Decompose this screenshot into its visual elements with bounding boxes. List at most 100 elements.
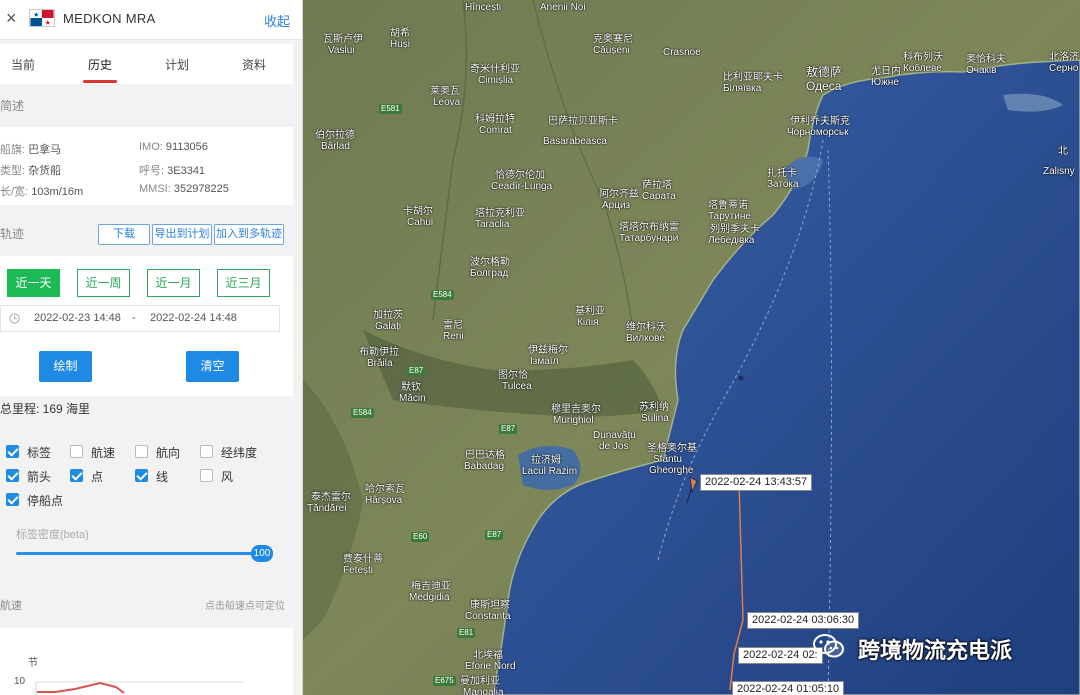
end-date[interactable]: 2022-02-24 14:48 — [150, 312, 237, 324]
download-button[interactable]: 下载 — [98, 224, 150, 245]
collapse-button[interactable]: 收起 — [264, 11, 290, 30]
start-date[interactable]: 2022-02-23 14:48 — [34, 312, 121, 324]
place-label: 北埃福 — [473, 650, 503, 661]
checkbox-line[interactable] — [135, 469, 148, 482]
place-label: Сеpнo — [1049, 63, 1079, 74]
date-range-picker[interactable]: 2022-02-23 14:48 - 2022-02-24 14:48 — [0, 305, 280, 332]
tab-current[interactable]: 当前 — [11, 56, 35, 73]
active-tab-indicator — [83, 80, 117, 83]
place-label: Арциз — [602, 200, 631, 211]
place-label: Fetești — [343, 565, 374, 576]
export-to-plan-button[interactable]: 导出到计划 — [152, 224, 212, 245]
checkbox-arrow-text: 箭头 — [27, 470, 52, 484]
tab-profile[interactable]: 资料 — [242, 56, 266, 73]
map-view[interactable]: Hîncești Anenii Noi 瓦斯卢伊 Vaslui 胡希 Huși … — [303, 0, 1080, 695]
place-label: de Jos — [599, 441, 629, 452]
place-label: Țăndărei — [307, 503, 347, 514]
road-shield: E675 — [433, 676, 456, 686]
place-label: Сарата — [642, 191, 676, 202]
track-point-label[interactable]: 2022-02-24 13:43:57 — [700, 474, 813, 491]
checkbox-point[interactable] — [70, 469, 83, 482]
ship-detail-panel: × MEDKON MRA 收起 当前 历史 计划 资料 简述 船旗: 巴拿马 类… — [0, 0, 303, 695]
type-info: 类型: 杂货船 — [0, 165, 62, 177]
place-label: 梅吉迪亚 — [411, 581, 451, 592]
label-density-handle[interactable]: 100 — [251, 545, 273, 562]
checkbox-speed-text: 航速 — [91, 446, 116, 460]
road-shield: E81 — [457, 628, 476, 638]
place-label: 波尔格勒 — [470, 257, 510, 268]
place-label: Reni — [443, 331, 464, 342]
place-label: 尤日内 — [871, 66, 901, 77]
range-three-months-button[interactable]: 近三月 — [217, 269, 270, 297]
tab-plan[interactable]: 计划 — [165, 56, 189, 73]
track-point-label[interactable]: 2022-02-24 01:05:10 — [732, 681, 845, 695]
place-label: Galați — [375, 321, 402, 332]
place-label: 布勒伊拉 — [359, 347, 399, 358]
clear-button[interactable]: 清空 — [186, 351, 239, 382]
place-label: 默钦 — [401, 382, 421, 393]
checkbox-coordinates-text: 经纬度 — [221, 446, 258, 460]
place-label: 北洛济 — [1049, 52, 1079, 63]
checkbox-course[interactable] — [135, 445, 148, 458]
wechat-icon — [813, 634, 844, 658]
date-separator: - — [132, 312, 136, 324]
road-shield: E87 — [485, 530, 504, 540]
place-label: 科布列沃 — [903, 52, 943, 63]
place-label: Hârșova — [365, 495, 403, 506]
label-density-slider[interactable] — [16, 552, 262, 555]
track-point-label[interactable]: 2022-02-24 02: — [738, 647, 823, 664]
place-label: 巴巴达格 — [465, 450, 505, 461]
place-label: Лебедівка — [708, 235, 755, 246]
place-label: Кілія — [577, 317, 599, 328]
tab-bar: 当前 历史 计划 资料 — [0, 44, 293, 84]
checkbox-label[interactable] — [6, 445, 19, 458]
place-label: Cimișlia — [478, 75, 513, 86]
place-label: 塔鲁蒂诺 — [708, 200, 748, 211]
place-label: 比利亚耶夫卡 — [723, 72, 783, 83]
place-label: Чорноморськ — [787, 127, 849, 138]
place-label: 泰杰雷尔 — [311, 492, 351, 503]
place-label: Вилкове — [626, 333, 665, 344]
place-label: Hîncești — [465, 2, 502, 13]
place-label: Sfântu — [653, 454, 682, 465]
place-label: 维尔科沃 — [626, 322, 666, 333]
range-one-month-button[interactable]: 近一月 — [147, 269, 200, 297]
place-label: Gheorghe — [649, 465, 694, 476]
checkbox-speed[interactable] — [70, 445, 83, 458]
place-label: 奥恰科夫 — [966, 54, 1006, 65]
place-label: 哈尔索瓦 — [365, 484, 405, 495]
place-label: 列别季夫卡 — [710, 224, 760, 235]
add-to-multi-track-button[interactable]: 加入到多轨迹 — [214, 224, 284, 245]
place-label: 苏利纳 — [639, 402, 669, 413]
road-shield: E584 — [431, 290, 454, 300]
place-label: Murighiol — [553, 415, 594, 426]
place-label: 康斯坦察 — [470, 600, 510, 611]
checkbox-wind[interactable] — [200, 469, 213, 482]
mmsi-info: MMSI: 352978225 — [139, 183, 229, 195]
place-label: Біляївка — [723, 83, 762, 94]
checkbox-coordinates[interactable] — [200, 445, 213, 458]
checkbox-arrow[interactable] — [6, 469, 19, 482]
place-label: 伊兹梅尔 — [528, 345, 568, 356]
road-shield: E87 — [499, 424, 518, 434]
place-label: Татарбунари — [619, 233, 679, 244]
place-label: Затока — [767, 179, 799, 190]
place-label: 卡胡尔 — [403, 206, 433, 217]
track-point-label[interactable]: 2022-02-24 03:06:30 — [747, 612, 860, 629]
place-label: 伊利乔夫斯克 — [790, 116, 850, 127]
checkbox-stop-point[interactable] — [6, 493, 19, 506]
range-one-week-button[interactable]: 近一周 — [77, 269, 130, 297]
range-one-day-button[interactable]: 近一天 — [7, 269, 60, 297]
road-shield: E87 — [407, 366, 426, 376]
place-label: Lacul Razim — [522, 466, 578, 477]
draw-button[interactable]: 绘制 — [39, 351, 92, 382]
place-label: Căușeni — [593, 45, 630, 56]
close-icon[interactable]: × — [6, 8, 17, 28]
place-label: 恰德尔伦加 — [495, 170, 545, 181]
place-label: Одеса — [806, 79, 842, 93]
speed-chart-plot[interactable] — [0, 628, 293, 695]
place-label: 奇米什利亚 — [470, 64, 520, 75]
place-label: 敖德萨 — [806, 65, 843, 79]
place-label: 伯尔拉德 — [315, 130, 355, 141]
tab-history[interactable]: 历史 — [88, 56, 112, 73]
